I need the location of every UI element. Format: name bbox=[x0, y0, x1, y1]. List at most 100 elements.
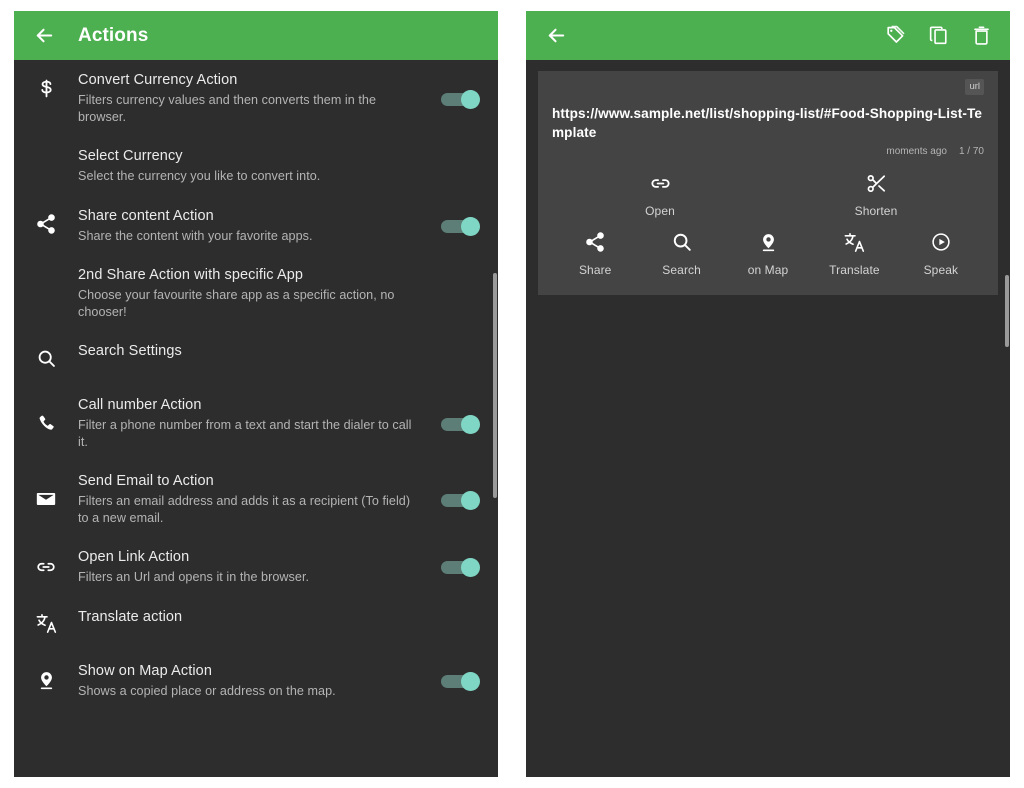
toggle-switch-convert-currency[interactable] bbox=[441, 89, 480, 109]
row-switch-slot bbox=[432, 357, 480, 359]
action-share[interactable]: Share bbox=[552, 230, 638, 277]
left-phone-screenshot: Actions Convert Currency Action Filters … bbox=[0, 0, 512, 788]
list-item[interactable]: Share content Action Share the content w… bbox=[14, 196, 498, 256]
switch-thumb bbox=[461, 216, 480, 236]
row-text: Share content Action Share the content w… bbox=[78, 207, 432, 245]
row-switch-slot bbox=[432, 413, 480, 434]
phone-icon bbox=[36, 413, 57, 434]
row-text: 2nd Share Action with specific App Choos… bbox=[78, 266, 432, 320]
action-grid-top: Open Shorten bbox=[552, 171, 984, 218]
action-label: Shorten bbox=[854, 204, 898, 218]
list-item[interactable]: Search Settings bbox=[14, 331, 498, 385]
list-item[interactable]: Call number Action Filter a phone number… bbox=[14, 385, 498, 461]
delete-icon bbox=[970, 24, 993, 47]
action-label: on Map bbox=[747, 263, 789, 277]
right-phone-screenshot: url https://www.sample.net/list/shopping… bbox=[512, 0, 1024, 788]
row-icon-slot bbox=[14, 556, 78, 578]
row-text: Open Link Action Filters an Url and open… bbox=[78, 548, 432, 586]
left-screen: Actions Convert Currency Action Filters … bbox=[14, 11, 498, 777]
arrow-back-icon bbox=[545, 24, 568, 47]
list-item-title: 2nd Share Action with specific App bbox=[78, 267, 304, 283]
dual-screenshot-container: Actions Convert Currency Action Filters … bbox=[0, 0, 1024, 788]
right-appbar bbox=[526, 11, 1010, 60]
clip-url-text[interactable]: https://www.sample.net/list/shopping-lis… bbox=[552, 104, 984, 142]
back-button[interactable] bbox=[23, 15, 65, 57]
list-item-title: Translate action bbox=[78, 608, 183, 625]
list-item-subtitle: Select the currency you like to convert … bbox=[78, 169, 321, 183]
row-icon-slot bbox=[14, 669, 78, 692]
list-item[interactable]: Select Currency Select the currency you … bbox=[14, 136, 498, 196]
list-item[interactable]: Convert Currency Action Filters currency… bbox=[14, 60, 498, 136]
back-button[interactable] bbox=[535, 15, 577, 57]
action-label: Share bbox=[578, 263, 612, 277]
list-item-subtitle: Shows a copied place or address on the m… bbox=[78, 683, 336, 698]
row-text: Convert Currency Action Filters currency… bbox=[78, 71, 432, 125]
row-switch-slot bbox=[432, 670, 480, 691]
clip-timestamp: moments ago bbox=[886, 146, 947, 157]
action-translate[interactable]: Translate bbox=[811, 230, 897, 277]
row-icon-slot bbox=[14, 612, 78, 635]
actions-settings-list[interactable]: Convert Currency Action Filters currency… bbox=[14, 60, 498, 777]
toggle-switch-share-content[interactable] bbox=[441, 216, 480, 236]
row-icon-slot bbox=[14, 207, 78, 235]
list-scrollbar[interactable] bbox=[493, 273, 497, 498]
left-appbar: Actions bbox=[14, 11, 498, 60]
list-item[interactable]: Send Email to Action Filters an email ad… bbox=[14, 461, 498, 537]
share-icon bbox=[584, 230, 606, 254]
row-text: Translate action bbox=[78, 608, 432, 627]
action-search[interactable]: Search bbox=[638, 230, 724, 277]
action-on-map[interactable]: on Map bbox=[725, 230, 811, 277]
row-switch-slot bbox=[432, 292, 480, 294]
copy-button[interactable] bbox=[925, 23, 951, 49]
list-item[interactable]: 2nd Share Action with specific App Choos… bbox=[14, 255, 498, 331]
list-item[interactable]: Translate action bbox=[14, 597, 498, 651]
row-switch-slot bbox=[432, 489, 480, 510]
list-item-subtitle: Choose your favourite share app as a spe… bbox=[78, 288, 395, 319]
tag-icon bbox=[883, 24, 907, 48]
row-text: Send Email to Action Filters an email ad… bbox=[78, 472, 432, 526]
toggle-switch-send-email[interactable] bbox=[441, 490, 480, 510]
list-item-title: Select Currency bbox=[78, 148, 183, 164]
action-speak[interactable]: Speak bbox=[898, 230, 984, 277]
map-pin-icon bbox=[36, 669, 57, 692]
row-icon-slot bbox=[14, 71, 78, 100]
page-title: Actions bbox=[78, 24, 149, 46]
row-icon-slot bbox=[14, 266, 78, 272]
list-item[interactable]: Open Link Action Filters an Url and open… bbox=[14, 537, 498, 597]
translate-icon bbox=[35, 612, 58, 635]
toggle-switch-open-link[interactable] bbox=[441, 558, 480, 578]
list-item-subtitle: Filters currency values and then convert… bbox=[78, 93, 377, 124]
action-label: Open bbox=[645, 204, 675, 218]
share-icon bbox=[35, 213, 57, 235]
row-switch-slot bbox=[432, 623, 480, 625]
status-badge: url bbox=[965, 79, 984, 95]
switch-thumb bbox=[461, 490, 480, 510]
arrow-back-icon bbox=[33, 24, 56, 47]
map-pin-icon bbox=[758, 230, 779, 254]
list-item-title: Search Settings bbox=[78, 343, 182, 359]
scissors-icon bbox=[865, 171, 888, 195]
action-open[interactable]: Open bbox=[552, 171, 768, 218]
row-icon-slot bbox=[14, 488, 78, 510]
right-screen: url https://www.sample.net/list/shopping… bbox=[526, 11, 1010, 777]
list-item[interactable]: Show on Map Action Shows a copied place … bbox=[14, 651, 498, 711]
row-icon-slot bbox=[14, 147, 78, 153]
row-text: Search Settings bbox=[78, 342, 432, 361]
list-item-title: Open Link Action bbox=[78, 549, 190, 565]
link-icon bbox=[649, 171, 672, 195]
action-shorten[interactable]: Shorten bbox=[768, 171, 984, 218]
toggle-switch-show-on-map[interactable] bbox=[441, 671, 480, 691]
toggle-switch-call-number[interactable] bbox=[441, 414, 480, 434]
link-icon bbox=[35, 556, 57, 578]
clip-card[interactable]: url https://www.sample.net/list/shopping… bbox=[538, 71, 998, 295]
delete-button[interactable] bbox=[968, 23, 994, 49]
switch-thumb bbox=[461, 89, 480, 109]
action-grid-bottom: Share Search on Map Translate Speak bbox=[552, 230, 984, 283]
switch-thumb bbox=[461, 414, 480, 434]
detail-scrollbar[interactable] bbox=[1005, 275, 1009, 347]
row-icon-slot bbox=[14, 413, 78, 434]
tag-button[interactable] bbox=[882, 23, 908, 49]
list-item-title: Send Email to Action bbox=[78, 473, 214, 489]
list-item-subtitle: Filters an Url and opens it in the brows… bbox=[78, 570, 310, 584]
row-text: Select Currency Select the currency you … bbox=[78, 147, 432, 185]
